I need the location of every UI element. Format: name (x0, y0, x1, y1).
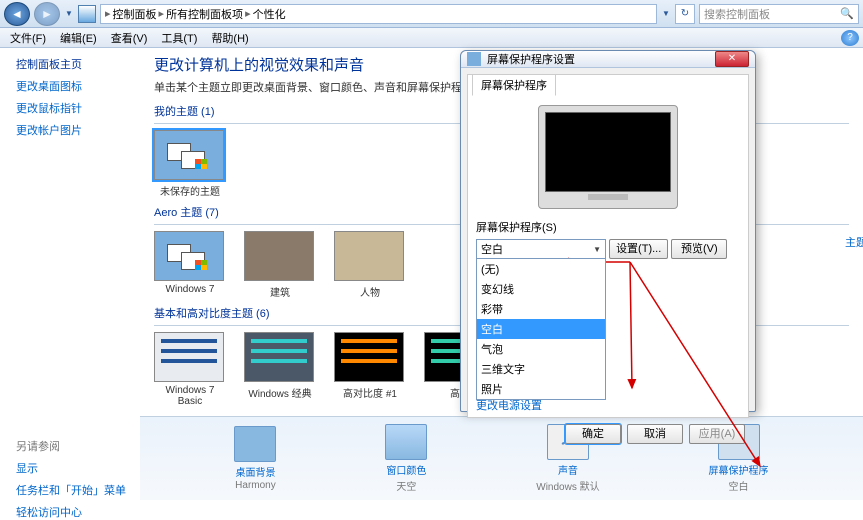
preview-button[interactable]: 预览(V) (671, 239, 727, 259)
dialog-icon (467, 52, 481, 66)
dialog-footer: 确定 取消 应用(A) (461, 424, 755, 444)
menu-view[interactable]: 查看(V) (105, 29, 154, 47)
theme-label: Windows 7 (154, 284, 226, 295)
theme-unsaved[interactable]: 未保存的主题 (154, 130, 226, 198)
hidden-theme-label: 主题 (845, 234, 863, 250)
breadcrumb-item[interactable]: 个性化 (253, 6, 286, 22)
tab-screensaver[interactable]: 屏幕保护程序 (472, 74, 556, 96)
theme-windows7[interactable]: Windows 7 (154, 231, 226, 299)
back-button[interactable]: ◄ (4, 2, 30, 26)
option-ribbons[interactable]: 彩带 (477, 299, 605, 319)
theme-label: 高对比度 #1 (334, 385, 406, 400)
cancel-button[interactable]: 取消 (627, 424, 683, 444)
option-none[interactable]: (无) (477, 259, 605, 279)
sidebar-link-mouse-pointer[interactable]: 更改鼠标指针 (16, 100, 136, 116)
breadcrumb-item[interactable]: 所有控制面板项 (166, 6, 243, 22)
theme-architecture[interactable]: 建筑 (244, 231, 316, 299)
option-mystify[interactable]: 变幻线 (477, 279, 605, 299)
seealso-accessibility[interactable]: 轻松访问中心 (16, 504, 136, 520)
help-icon[interactable]: ? (841, 30, 859, 46)
theme-label: 人物 (334, 284, 406, 299)
theme-label: 建筑 (244, 284, 316, 299)
screensaver-select[interactable]: 空白 ▼ (476, 239, 606, 259)
theme-classic[interactable]: Windows 经典 (244, 332, 316, 407)
menu-tools[interactable]: 工具(T) (155, 29, 203, 47)
seealso-header: 另请参阅 (16, 438, 136, 454)
close-button[interactable]: ✕ (715, 51, 749, 67)
search-input[interactable]: 搜索控制面板 🔍 (699, 4, 859, 24)
screensaver-dialog: 屏幕保护程序设置 ✕ 屏幕保护程序 屏幕保护程序(S) 空白 ▼ (无) 变幻线 (460, 50, 756, 412)
dialog-titlebar[interactable]: 屏幕保护程序设置 ✕ (461, 51, 755, 68)
search-icon: 🔍 (840, 7, 854, 20)
ok-button[interactable]: 确定 (565, 424, 621, 444)
apply-button[interactable]: 应用(A) (689, 424, 745, 444)
breadcrumb-dropdown-icon[interactable]: ▼ (661, 4, 671, 24)
menu-bar: 文件(F) 编辑(E) 查看(V) 工具(T) 帮助(H) ? (0, 28, 863, 48)
explorer-icon (78, 5, 96, 23)
chevron-down-icon: ▼ (593, 245, 601, 254)
forward-button[interactable]: ► (34, 2, 60, 26)
tile-window-color[interactable]: 窗口颜色 天空 (385, 424, 427, 493)
tile-desktop-background[interactable]: 桌面背景 Harmony (234, 426, 276, 491)
screen-preview (545, 112, 671, 192)
sidebar: 控制面板主页 更改桌面图标 更改鼠标指针 更改帐户图片 另请参阅 显示 任务栏和… (0, 48, 140, 500)
sidebar-link-account-picture[interactable]: 更改帐户图片 (16, 122, 136, 138)
sidebar-header: 控制面板主页 (16, 56, 136, 72)
seealso-taskbar[interactable]: 任务栏和「开始」菜单 (16, 482, 136, 498)
window-color-icon (385, 424, 427, 460)
menu-edit[interactable]: 编辑(E) (54, 29, 103, 47)
theme-label: 未保存的主题 (154, 183, 226, 198)
refresh-button[interactable]: ↻ (675, 4, 695, 24)
settings-button[interactable]: 设置(T)... (609, 239, 668, 259)
menu-help[interactable]: 帮助(H) (205, 29, 254, 47)
option-photos[interactable]: 照片 (477, 379, 605, 399)
option-blank[interactable]: 空白 (477, 319, 605, 339)
sidebar-link-desktop-icons[interactable]: 更改桌面图标 (16, 78, 136, 94)
select-value: 空白 (481, 241, 503, 257)
option-bubbles[interactable]: 气泡 (477, 339, 605, 359)
option-3dtext[interactable]: 三维文字 (477, 359, 605, 379)
screensaver-label: 屏幕保护程序(S) (476, 219, 740, 235)
menu-file[interactable]: 文件(F) (4, 29, 52, 47)
screensaver-dropdown: (无) 变幻线 彩带 空白 气泡 三维文字 照片 (476, 258, 606, 400)
theme-label: Windows 7 Basic (154, 385, 226, 407)
theme-win7-basic[interactable]: Windows 7 Basic (154, 332, 226, 407)
monitor-preview (538, 105, 678, 209)
breadcrumb[interactable]: ▸ 控制面板 ▸ 所有控制面板项 ▸ 个性化 (100, 4, 657, 24)
theme-label: Windows 经典 (244, 385, 316, 400)
desktop-bg-icon (234, 426, 276, 462)
theme-hc1[interactable]: 高对比度 #1 (334, 332, 406, 407)
dialog-title: 屏幕保护程序设置 (487, 51, 575, 67)
seealso-display[interactable]: 显示 (16, 460, 136, 476)
window-titlebar: ◄ ► ▼ ▸ 控制面板 ▸ 所有控制面板项 ▸ 个性化 ▼ ↻ 搜索控制面板 … (0, 0, 863, 28)
theme-characters[interactable]: 人物 (334, 231, 406, 299)
search-placeholder: 搜索控制面板 (704, 6, 770, 22)
history-dropdown-icon[interactable]: ▼ (64, 4, 74, 24)
breadcrumb-item[interactable]: 控制面板 (113, 6, 157, 22)
